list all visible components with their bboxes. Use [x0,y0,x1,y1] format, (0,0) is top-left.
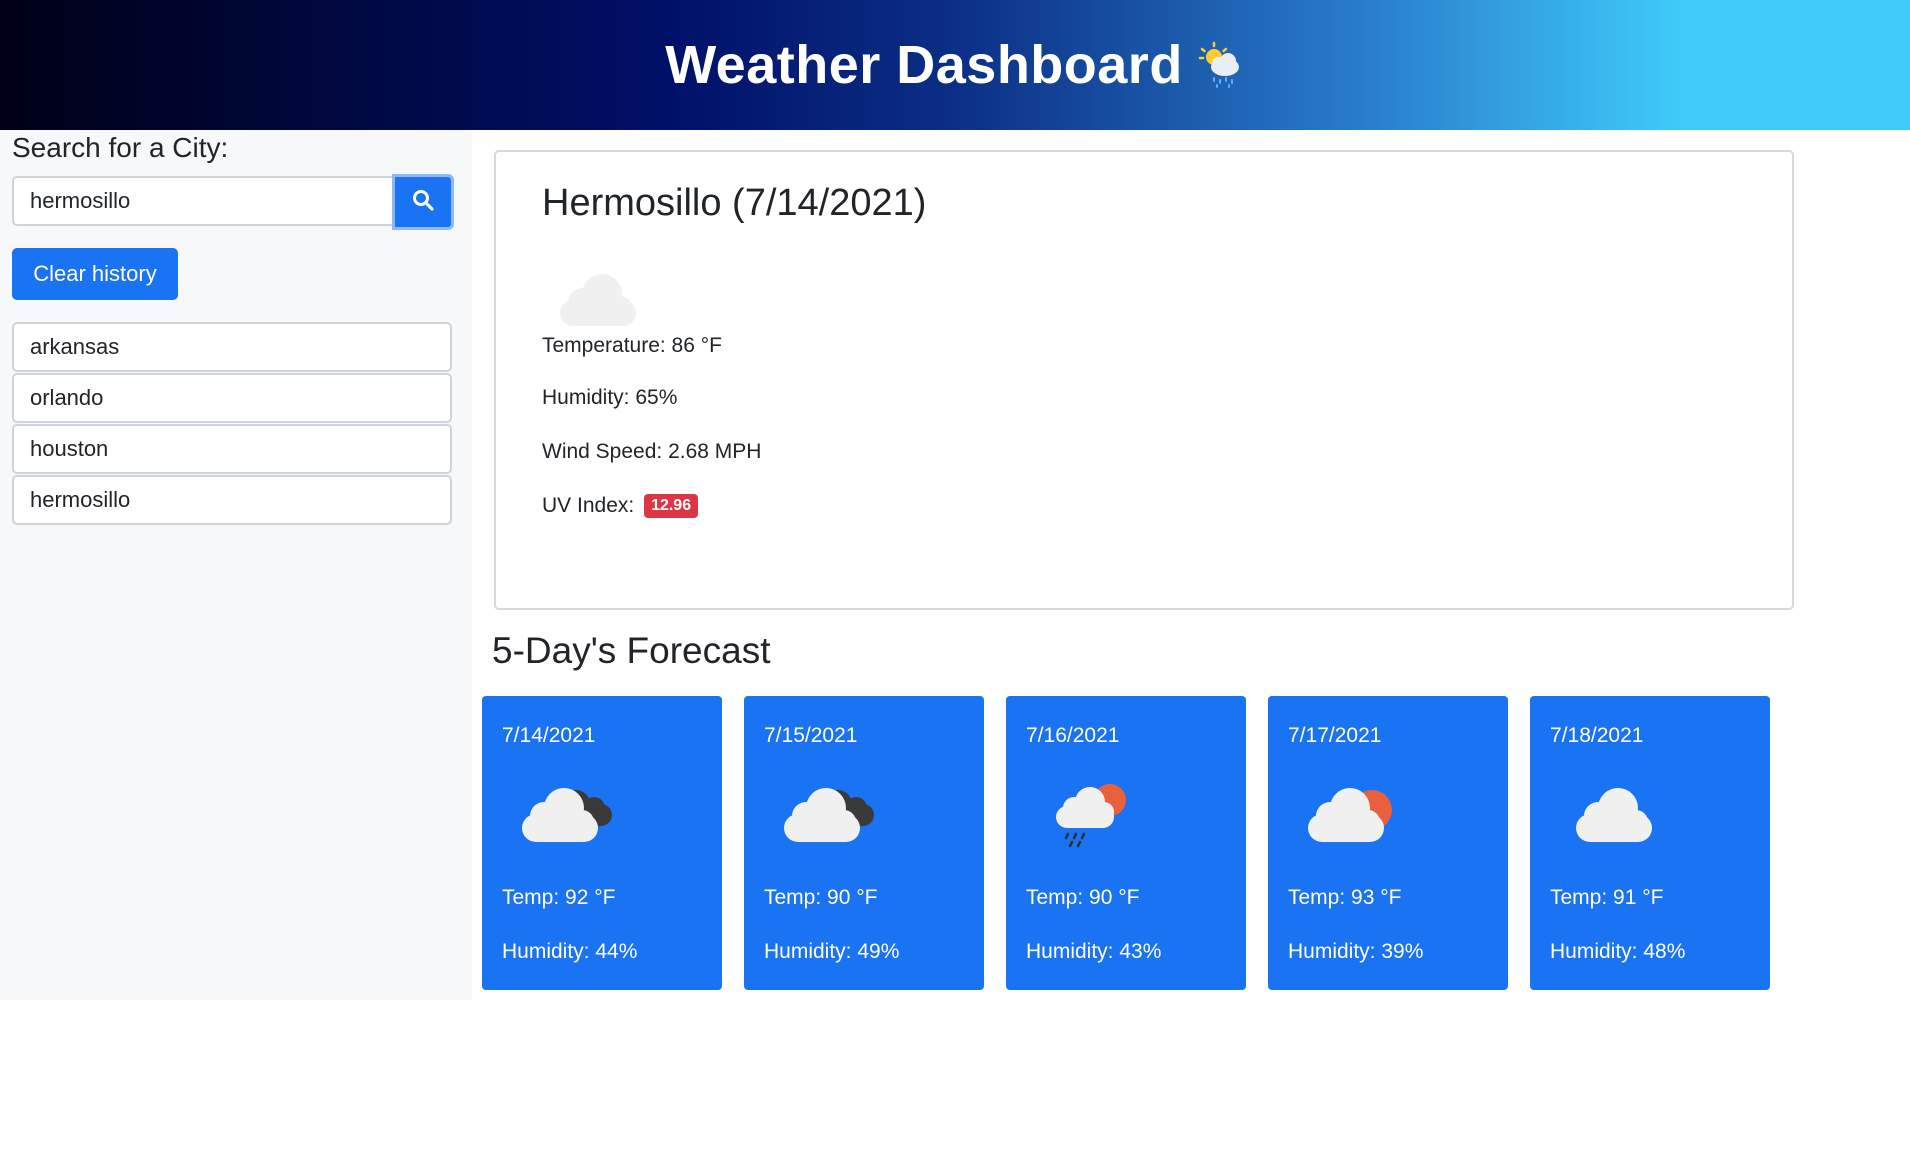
broken-clouds-icon [518,780,618,855]
forecast-humidity: Humidity: 49% [764,940,900,963]
search-icon [412,189,434,216]
forecast-humidity: Humidity: 43% [1026,940,1162,963]
broken-clouds-icon [780,780,880,855]
search-button[interactable] [392,174,454,230]
forecast-date: 7/16/2021 [1026,724,1120,747]
forecast-date: 7/15/2021 [764,724,858,747]
app-title: Weather Dashboard [665,35,1183,95]
cloud-icon [556,270,640,335]
forecast-temp: Temp: 91 °F [1550,886,1664,909]
uv-index-badge: 12.96 [644,494,699,518]
forecast-card: 7/15/2021 Temp: 90 °F Humidity: 49% [744,696,984,990]
forecast-humidity: Humidity: 44% [502,940,638,963]
forecast-title: 5-Day's Forecast [492,630,771,671]
header-banner: Weather Dashboard [0,0,1910,130]
forecast-row: 7/14/2021 Temp: 92 °F Humidity: 44% 7/15… [482,696,1782,990]
app-title-wrapper: Weather Dashboard [665,34,1245,96]
history-item-orlando[interactable]: orlando [12,373,452,423]
forecast-date: 7/17/2021 [1288,724,1382,747]
forecast-card: 7/16/2021 Temp: 90 °F Humidity: 43% [1006,696,1246,990]
current-weather-card: Hermosillo (7/14/2021) Temperature: 86 °… [494,150,1794,610]
forecast-date: 7/14/2021 [502,724,596,747]
forecast-humidity: Humidity: 48% [1550,940,1686,963]
forecast-date: 7/18/2021 [1550,724,1644,747]
current-wind-speed: Wind Speed: 2.68 MPH [542,440,762,463]
clear-history-button[interactable]: Clear history [12,248,178,300]
history-item-arkansas[interactable]: arkansas [12,322,452,372]
rain-with-sun-icon [1042,780,1142,855]
forecast-card: 7/18/2021 Temp: 91 °F Humidity: 48% [1530,696,1770,990]
current-temperature: Temperature: 86 °F [542,334,722,357]
few-clouds-sun-icon [1304,780,1404,855]
cloud-icon [1566,780,1666,855]
sun-behind-rain-cloud-icon [1197,41,1245,89]
current-uv-index: UV Index: 12.96 [542,494,699,518]
forecast-card: 7/17/2021 Temp: 93 °F Humidity: 39% [1268,696,1508,990]
uv-index-label: UV Index: [542,494,635,517]
search-input[interactable] [12,176,392,226]
forecast-temp: Temp: 92 °F [502,886,616,909]
search-label: Search for a City: [12,132,229,163]
forecast-temp: Temp: 93 °F [1288,886,1402,909]
forecast-humidity: Humidity: 39% [1288,940,1424,963]
forecast-card: 7/14/2021 Temp: 92 °F Humidity: 44% [482,696,722,990]
current-humidity: Humidity: 65% [542,386,678,409]
history-item-houston[interactable]: houston [12,424,452,474]
history-item-hermosillo[interactable]: hermosillo [12,475,452,525]
forecast-temp: Temp: 90 °F [1026,886,1140,909]
search-row [12,174,454,230]
search-history-list: arkansas orlando houston hermosillo [12,322,452,526]
forecast-temp: Temp: 90 °F [764,886,878,909]
city-title: Hermosillo (7/14/2021) [542,182,927,224]
